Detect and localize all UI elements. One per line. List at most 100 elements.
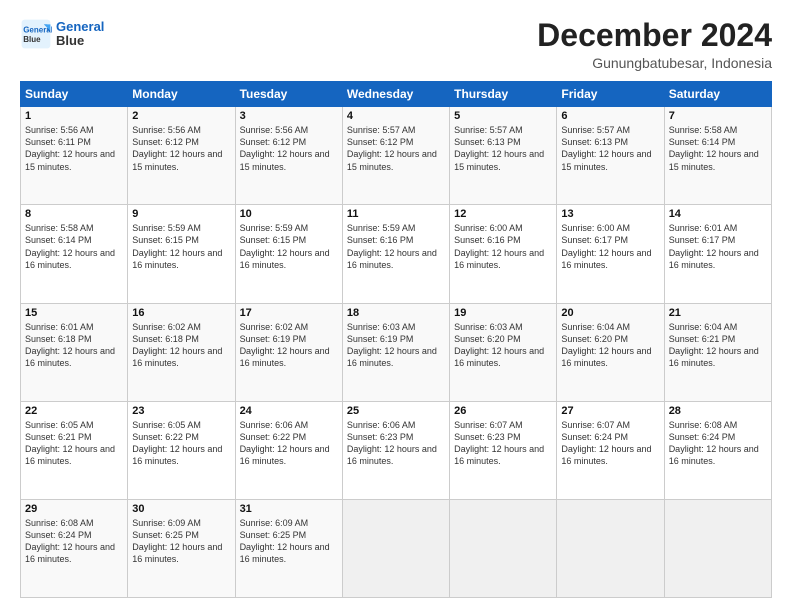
calendar-cell: 31 Sunrise: 6:09 AMSunset: 6:25 PMDayligh… bbox=[235, 499, 342, 597]
day-info: Sunrise: 5:57 AMSunset: 6:13 PMDaylight:… bbox=[454, 124, 552, 173]
day-info: Sunrise: 5:56 AMSunset: 6:11 PMDaylight:… bbox=[25, 124, 123, 173]
day-info: Sunrise: 6:01 AMSunset: 6:18 PMDaylight:… bbox=[25, 321, 123, 370]
day-info: Sunrise: 6:02 AMSunset: 6:18 PMDaylight:… bbox=[132, 321, 230, 370]
weekday-header-wednesday: Wednesday bbox=[342, 82, 449, 107]
calendar-week-4: 22 Sunrise: 6:05 AMSunset: 6:21 PMDayligh… bbox=[21, 401, 772, 499]
calendar-cell: 24 Sunrise: 6:06 AMSunset: 6:22 PMDayligh… bbox=[235, 401, 342, 499]
day-info: Sunrise: 6:03 AMSunset: 6:19 PMDaylight:… bbox=[347, 321, 445, 370]
day-number: 19 bbox=[454, 307, 552, 319]
day-number: 14 bbox=[669, 208, 767, 220]
calendar-table: SundayMondayTuesdayWednesdayThursdayFrid… bbox=[20, 81, 772, 598]
day-number: 15 bbox=[25, 307, 123, 319]
header: General Blue General Blue December 2024 … bbox=[20, 18, 772, 71]
day-number: 27 bbox=[561, 405, 659, 417]
calendar-cell: 28 Sunrise: 6:08 AMSunset: 6:24 PMDayligh… bbox=[664, 401, 771, 499]
calendar-cell: 26 Sunrise: 6:07 AMSunset: 6:23 PMDayligh… bbox=[450, 401, 557, 499]
day-number: 7 bbox=[669, 110, 767, 122]
day-number: 20 bbox=[561, 307, 659, 319]
day-number: 16 bbox=[132, 307, 230, 319]
day-info: Sunrise: 6:04 AMSunset: 6:20 PMDaylight:… bbox=[561, 321, 659, 370]
calendar-cell bbox=[450, 499, 557, 597]
location: Gunungbatubesar, Indonesia bbox=[537, 55, 772, 71]
day-number: 10 bbox=[240, 208, 338, 220]
day-number: 28 bbox=[669, 405, 767, 417]
svg-text:Blue: Blue bbox=[23, 35, 41, 44]
calendar-cell: 15 Sunrise: 6:01 AMSunset: 6:18 PMDayligh… bbox=[21, 303, 128, 401]
calendar-cell: 3 Sunrise: 5:56 AMSunset: 6:12 PMDaylight… bbox=[235, 107, 342, 205]
calendar-cell: 17Sunrise: 6:02 AMSunset: 6:19 PMDayligh… bbox=[235, 303, 342, 401]
day-number: 23 bbox=[132, 405, 230, 417]
calendar-cell bbox=[664, 499, 771, 597]
logo: General Blue General Blue bbox=[20, 18, 104, 50]
day-info: Sunrise: 6:07 AMSunset: 6:24 PMDaylight:… bbox=[561, 419, 659, 468]
day-number: 8 bbox=[25, 208, 123, 220]
day-info: Sunrise: 6:05 AMSunset: 6:21 PMDaylight:… bbox=[25, 419, 123, 468]
calendar-cell: 13 Sunrise: 6:00 AMSunset: 6:17 PMDayligh… bbox=[557, 205, 664, 303]
day-info: Sunrise: 5:56 AMSunset: 6:12 PMDaylight:… bbox=[132, 124, 230, 173]
day-number: 2 bbox=[132, 110, 230, 122]
day-number: 5 bbox=[454, 110, 552, 122]
day-number: 21 bbox=[669, 307, 767, 319]
day-info: Sunrise: 5:56 AMSunset: 6:12 PMDaylight:… bbox=[240, 124, 338, 173]
calendar-cell: 18 Sunrise: 6:03 AMSunset: 6:19 PMDayligh… bbox=[342, 303, 449, 401]
weekday-header-thursday: Thursday bbox=[450, 82, 557, 107]
logo-icon: General Blue bbox=[20, 18, 52, 50]
day-number: 26 bbox=[454, 405, 552, 417]
day-info: Sunrise: 6:08 AMSunset: 6:24 PMDaylight:… bbox=[25, 517, 123, 566]
calendar-cell: 20 Sunrise: 6:04 AMSunset: 6:20 PMDayligh… bbox=[557, 303, 664, 401]
day-number: 30 bbox=[132, 503, 230, 515]
calendar-cell: 19 Sunrise: 6:03 AMSunset: 6:20 PMDayligh… bbox=[450, 303, 557, 401]
day-info: Sunrise: 6:01 AMSunset: 6:17 PMDaylight:… bbox=[669, 222, 767, 271]
weekday-header-sunday: Sunday bbox=[21, 82, 128, 107]
day-info: Sunrise: 6:09 AMSunset: 6:25 PMDaylight:… bbox=[240, 517, 338, 566]
calendar-cell: 16 Sunrise: 6:02 AMSunset: 6:18 PMDayligh… bbox=[128, 303, 235, 401]
calendar-cell: 4 Sunrise: 5:57 AMSunset: 6:12 PMDaylight… bbox=[342, 107, 449, 205]
calendar-cell: 6 Sunrise: 5:57 AMSunset: 6:13 PMDaylight… bbox=[557, 107, 664, 205]
day-info: Sunrise: 6:08 AMSunset: 6:24 PMDaylight:… bbox=[669, 419, 767, 468]
logo-general: General bbox=[56, 20, 104, 34]
calendar-cell: 2 Sunrise: 5:56 AMSunset: 6:12 PMDaylight… bbox=[128, 107, 235, 205]
calendar-cell bbox=[557, 499, 664, 597]
calendar-cell: 29 Sunrise: 6:08 AMSunset: 6:24 PMDayligh… bbox=[21, 499, 128, 597]
day-info: Sunrise: 6:05 AMSunset: 6:22 PMDaylight:… bbox=[132, 419, 230, 468]
title-block: December 2024 Gunungbatubesar, Indonesia bbox=[537, 18, 772, 71]
day-info: Sunrise: 5:59 AMSunset: 6:15 PMDaylight:… bbox=[132, 222, 230, 271]
calendar-cell bbox=[342, 499, 449, 597]
weekday-header-tuesday: Tuesday bbox=[235, 82, 342, 107]
calendar-cell: 7 Sunrise: 5:58 AMSunset: 6:14 PMDaylight… bbox=[664, 107, 771, 205]
day-info: Sunrise: 6:03 AMSunset: 6:20 PMDaylight:… bbox=[454, 321, 552, 370]
calendar-cell: 11 Sunrise: 5:59 AMSunset: 6:16 PMDayligh… bbox=[342, 205, 449, 303]
day-info: Sunrise: 6:00 AMSunset: 6:16 PMDaylight:… bbox=[454, 222, 552, 271]
day-number: 3 bbox=[240, 110, 338, 122]
day-info: Sunrise: 6:06 AMSunset: 6:22 PMDaylight:… bbox=[240, 419, 338, 468]
day-number: 4 bbox=[347, 110, 445, 122]
day-number: 9 bbox=[132, 208, 230, 220]
calendar-week-2: 8Sunrise: 5:58 AMSunset: 6:14 PMDaylight… bbox=[21, 205, 772, 303]
calendar-cell: 23 Sunrise: 6:05 AMSunset: 6:22 PMDayligh… bbox=[128, 401, 235, 499]
calendar-header-row: SundayMondayTuesdayWednesdayThursdayFrid… bbox=[21, 82, 772, 107]
day-number: 13 bbox=[561, 208, 659, 220]
day-info: Sunrise: 5:57 AMSunset: 6:12 PMDaylight:… bbox=[347, 124, 445, 173]
day-info: Sunrise: 6:07 AMSunset: 6:23 PMDaylight:… bbox=[454, 419, 552, 468]
day-number: 31 bbox=[240, 503, 338, 515]
calendar-week-3: 15 Sunrise: 6:01 AMSunset: 6:18 PMDayligh… bbox=[21, 303, 772, 401]
calendar-cell: 8Sunrise: 5:58 AMSunset: 6:14 PMDaylight… bbox=[21, 205, 128, 303]
day-info: Sunrise: 6:06 AMSunset: 6:23 PMDaylight:… bbox=[347, 419, 445, 468]
day-number: 6 bbox=[561, 110, 659, 122]
day-info: Sunrise: 6:00 AMSunset: 6:17 PMDaylight:… bbox=[561, 222, 659, 271]
day-info: Sunrise: 5:57 AMSunset: 6:13 PMDaylight:… bbox=[561, 124, 659, 173]
day-info: Sunrise: 6:09 AMSunset: 6:25 PMDaylight:… bbox=[132, 517, 230, 566]
day-number: 29 bbox=[25, 503, 123, 515]
weekday-header-monday: Monday bbox=[128, 82, 235, 107]
day-number: 11 bbox=[347, 208, 445, 220]
calendar-cell: 27 Sunrise: 6:07 AMSunset: 6:24 PMDayligh… bbox=[557, 401, 664, 499]
day-number: 22 bbox=[25, 405, 123, 417]
day-number: 18 bbox=[347, 307, 445, 319]
day-info: Sunrise: 5:59 AMSunset: 6:16 PMDaylight:… bbox=[347, 222, 445, 271]
day-info: Sunrise: 6:04 AMSunset: 6:21 PMDaylight:… bbox=[669, 321, 767, 370]
day-number: 17 bbox=[240, 307, 338, 319]
day-info: Sunrise: 5:59 AMSunset: 6:15 PMDaylight:… bbox=[240, 222, 338, 271]
day-info: Sunrise: 5:58 AMSunset: 6:14 PMDaylight:… bbox=[669, 124, 767, 173]
weekday-header-saturday: Saturday bbox=[664, 82, 771, 107]
day-number: 24 bbox=[240, 405, 338, 417]
